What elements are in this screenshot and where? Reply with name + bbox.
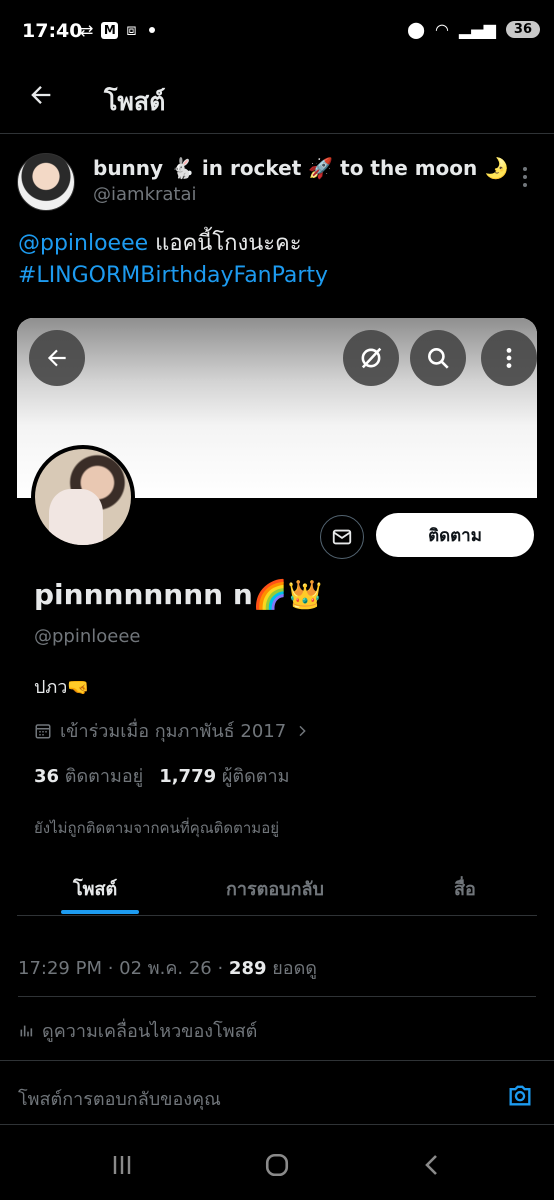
camera-icon <box>509 1085 531 1106</box>
envelope-icon <box>332 529 352 545</box>
sync-icon: ⇄ <box>80 20 94 40</box>
battery-icon: 36 <box>505 21 540 38</box>
arrow-left-icon <box>47 349 66 367</box>
embedded-profile-name: pinnnnnnnn n🌈👑 <box>34 578 323 611</box>
system-back-button[interactable] <box>412 1150 452 1180</box>
back-button[interactable] <box>24 78 58 112</box>
home-icon <box>265 1153 289 1177</box>
embedded-message-button <box>320 515 364 559</box>
more-dot-icon <box>523 167 527 171</box>
tab-posts: โพสต์ <box>73 879 118 900</box>
embedded-profile-bio: ปภว🤜 <box>34 677 90 698</box>
followers-label: ผู้ติดตาม <box>216 766 290 787</box>
embedded-more-button <box>481 330 537 386</box>
post-activity-link[interactable]: ดูความเคลื่อนไหวของโพสต์ <box>18 1016 257 1045</box>
embedded-follow-button: ติดตาม <box>376 513 534 557</box>
followers-count: 1,779 <box>159 766 217 787</box>
author-handle[interactable]: @iamkratai <box>93 184 197 205</box>
top-app-bar: โพสต์ <box>0 62 554 134</box>
embedded-follow-stats: 36 ติดตามอยู่ 1,779 ผู้ติดตาม <box>34 761 289 790</box>
arrow-left-icon <box>31 86 51 104</box>
bar-chart-icon <box>20 1025 33 1036</box>
more-vertical-icon <box>506 348 512 368</box>
joined-text: เข้าร่วมเมื่อ กุมภาพันธ์ 2017 <box>60 721 287 742</box>
more-options-button[interactable] <box>513 162 537 192</box>
author-name[interactable]: bunny 🐇 in rocket 🚀 to the moon 🌛 <box>93 156 509 180</box>
status-time: 17:40 <box>22 20 83 42</box>
search-icon <box>428 348 449 369</box>
active-tab-indicator <box>61 910 139 914</box>
post-meta: 17:29 PM · 02 พ.ค. 26 · 289 ยอดดู <box>18 953 317 982</box>
camera-button[interactable] <box>505 1081 535 1109</box>
author-avatar[interactable] <box>17 153 75 211</box>
post-timestamp: 17:29 PM · 02 พ.ค. 26 · <box>18 958 229 979</box>
recent-apps-button[interactable] <box>102 1150 142 1180</box>
tab-replies: การตอบกลับ <box>226 879 324 900</box>
wifi-icon: ◠ <box>435 20 449 39</box>
tab-media: สื่อ <box>454 879 476 900</box>
mention-link[interactable]: @ppinloeee <box>18 231 148 256</box>
post-body-text: แอคนี้โกงนะคะ <box>148 231 302 256</box>
embedded-back-button <box>29 330 85 386</box>
system-navigation-bar <box>0 1130 554 1200</box>
status-right-icons: ⬤ ◠ ▂▄▆ 36 <box>407 20 540 39</box>
embedded-profile-tabs: โพสต์ การตอบกลับ สื่อ <box>17 862 537 916</box>
page-title: โพสต์ <box>104 87 166 116</box>
screenshot-icon: ⧈ <box>126 20 137 39</box>
hashtag-link[interactable]: #LINGORMBirthdayFanParty <box>18 263 328 288</box>
status-left-icons: ⇄ M ⧈ <box>80 20 155 40</box>
more-notifications-dot <box>148 27 155 33</box>
not-followed-note: ยังไม่ถูกติดตามจากคนที่คุณติดตามอยู่ <box>34 819 279 837</box>
calendar-icon <box>35 723 51 738</box>
following-count: 36 <box>34 766 60 787</box>
embedded-profile-avatar <box>31 445 135 549</box>
views-count: 289 <box>228 958 267 979</box>
mail-notification-icon: M <box>101 21 119 39</box>
location-icon: ⬤ <box>407 20 426 39</box>
embedded-search-button <box>410 330 466 386</box>
embedded-joined-date: เข้าร่วมเมื่อ กุมภาพันธ์ 2017 <box>34 716 310 745</box>
divider <box>0 1060 554 1061</box>
divider <box>0 1124 554 1125</box>
signal-icon: ▂▄▆ <box>458 20 496 39</box>
following-label: ติดตามอยู่ <box>59 766 144 787</box>
views-label: ยอดดู <box>266 958 317 979</box>
recent-apps-icon <box>113 1156 131 1174</box>
divider <box>18 996 536 997</box>
status-bar: 17:40 ⇄ M ⧈ ⬤ ◠ ▂▄▆ 36 <box>0 0 554 60</box>
embedded-grok-button <box>343 330 399 386</box>
post-text: @ppinloeee แอคนี้โกงนะคะ #LINGORMBirthda… <box>18 228 328 292</box>
embedded-profile-handle: @ppinloeee <box>34 626 141 647</box>
activity-label: ดูความเคลื่อนไหวของโพสต์ <box>42 1021 258 1042</box>
chevron-right-icon <box>299 725 306 736</box>
grok-icon <box>361 347 382 369</box>
chevron-left-icon <box>425 1155 437 1175</box>
home-button[interactable] <box>257 1150 297 1180</box>
more-dot-icon <box>523 183 527 187</box>
reply-input[interactable]: โพสต์การตอบกลับของคุณ <box>18 1084 221 1113</box>
more-dot-icon <box>523 175 527 179</box>
